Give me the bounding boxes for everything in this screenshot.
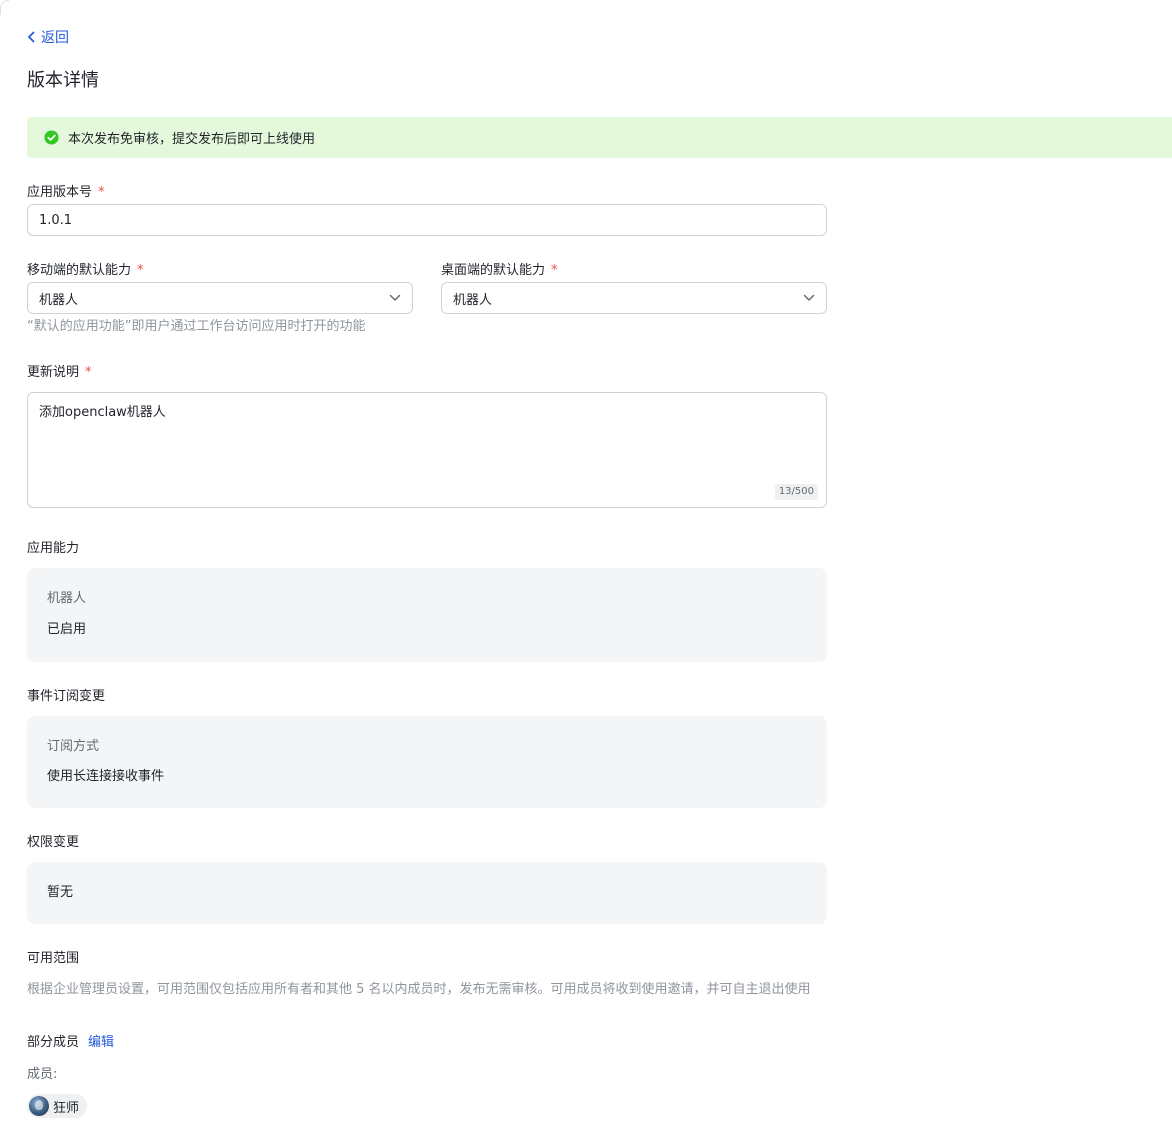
desktop-default-select[interactable]: 机器人 [441, 282, 827, 314]
avatar [29, 1096, 49, 1116]
back-button[interactable]: 返回 [27, 27, 69, 47]
release-notes-value: 添加openclaw机器人 [39, 405, 166, 420]
version-detail-page: 返回 版本详情 本次发布免审核，提交发布后即可上线使用 应用版本号 * 1.0.… [0, 0, 1172, 1124]
char-counter: 13/500 [774, 484, 818, 500]
capability-status: 已启用 [47, 622, 87, 637]
permissions-title: 权限变更 [27, 835, 80, 850]
member-name: 狂师 [53, 1100, 80, 1116]
events-title: 事件订阅变更 [27, 689, 106, 704]
availability-description: 根据企业管理员设置，可用范围仅包括应用所有者和其他 5 名以内成员时，发布无需审… [27, 982, 811, 997]
availability-title: 可用范围 [27, 951, 80, 966]
mobile-default-value: 机器人 [39, 292, 79, 308]
subscription-method-value: 使用长连接接收事件 [47, 769, 165, 784]
mobile-default-label: 移动端的默认能力 [27, 263, 132, 278]
version-label: 应用版本号 [27, 185, 93, 200]
subscription-method-label: 订阅方式 [47, 739, 100, 754]
release-notes-textarea[interactable]: 添加openclaw机器人 13/500 [27, 392, 827, 508]
members-label: 成员: [27, 1067, 58, 1082]
capabilities-card: 机器人 已启用 [27, 568, 827, 662]
member-chip[interactable]: 狂师 [27, 1094, 88, 1118]
required-mark: * [98, 185, 105, 200]
scope-label: 部分成员 [27, 1035, 80, 1050]
edit-scope-link[interactable]: 编辑 [88, 1034, 114, 1052]
permissions-value: 暂无 [47, 885, 74, 900]
desktop-default-value: 机器人 [453, 292, 493, 308]
capabilities-title: 应用能力 [27, 541, 80, 556]
version-input-value: 1.0.1 [39, 212, 73, 228]
mobile-default-select[interactable]: 机器人 [27, 282, 413, 314]
back-label: 返回 [41, 30, 69, 46]
chevron-down-icon [389, 294, 401, 301]
chevron-left-icon [28, 31, 35, 43]
page-corner-border [0, 0, 9, 15]
events-card: 订阅方式 使用长连接接收事件 [27, 716, 827, 808]
desktop-default-label: 桌面端的默认能力 [441, 263, 546, 278]
version-label-row: 应用版本号 * [27, 184, 105, 202]
required-mark: * [551, 263, 558, 278]
page-title: 版本详情 [27, 70, 99, 91]
notice-text: 本次发布免审核，提交发布后即可上线使用 [68, 132, 316, 147]
release-notes-label-row: 更新说明 * [27, 364, 92, 382]
mobile-default-label-row: 移动端的默认能力 * [27, 262, 144, 280]
required-mark: * [137, 263, 144, 278]
version-input[interactable]: 1.0.1 [27, 204, 827, 236]
review-free-notice: 本次发布免审核，提交发布后即可上线使用 [27, 117, 1172, 158]
permissions-card: 暂无 [27, 862, 827, 924]
default-capability-hint: “默认的应用功能”即用户通过工作台访问应用时打开的功能 [27, 319, 366, 334]
required-mark: * [85, 365, 92, 380]
desktop-default-label-row: 桌面端的默认能力 * [441, 262, 558, 280]
scope-row: 部分成员 编辑 [27, 1034, 114, 1052]
release-notes-label: 更新说明 [27, 365, 80, 380]
check-circle-icon [44, 130, 59, 145]
chevron-down-icon [803, 294, 815, 301]
capability-name: 机器人 [47, 591, 87, 606]
